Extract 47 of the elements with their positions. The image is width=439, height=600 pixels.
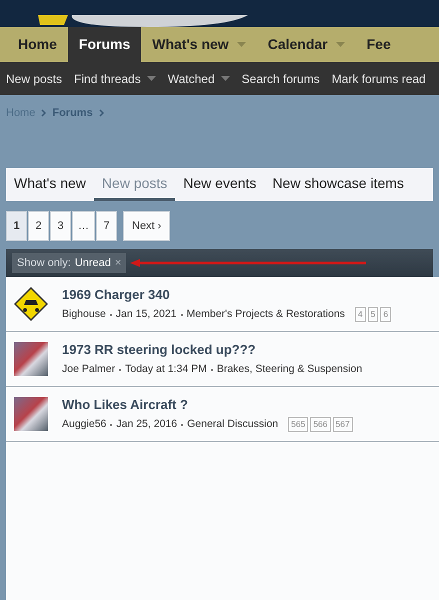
thread-date: Jan 25, 2016 xyxy=(116,416,178,432)
thread-forum[interactable]: Member's Projects & Restorations xyxy=(186,306,345,323)
sub-nav-link[interactable]: Find threads xyxy=(74,70,156,88)
nav-tab[interactable]: What's new xyxy=(141,27,257,62)
nav-tab[interactable]: Calendar xyxy=(256,27,356,62)
sub-nav-link[interactable]: New posts xyxy=(6,70,62,88)
tab[interactable]: New showcase items xyxy=(264,168,412,201)
thread-author[interactable]: Auggie56 xyxy=(62,416,106,433)
page-button[interactable]: 7 xyxy=(96,211,117,241)
caret-icon xyxy=(146,76,156,81)
filter-value: Unread xyxy=(74,256,111,271)
page-button[interactable]: 2 xyxy=(28,211,49,241)
tab[interactable]: New events xyxy=(175,168,264,201)
page-link[interactable]: 565 xyxy=(288,417,308,432)
thread-forum[interactable]: Brakes, Steering & Suspension xyxy=(216,362,362,378)
caret-icon xyxy=(220,76,230,81)
caret-icon xyxy=(336,42,345,47)
sub-nav-link[interactable]: Mark forums read xyxy=(332,70,426,88)
chevron-icon xyxy=(41,109,46,117)
thread-title[interactable]: Who Likes Aircraft ? xyxy=(62,395,353,415)
caret-icon xyxy=(236,42,246,47)
page-button[interactable]: … xyxy=(72,211,95,241)
thread-title[interactable]: 1969 Charger 340 xyxy=(62,285,392,305)
next-button[interactable]: Next › xyxy=(123,211,170,241)
thread-author[interactable]: Bighouse xyxy=(62,306,106,323)
sub-nav-link[interactable]: Search forums xyxy=(242,70,320,88)
thread-forum[interactable]: General Discussion xyxy=(187,416,278,433)
thread-date: Today at 1:34 PM xyxy=(125,362,207,377)
page-button[interactable]: 1 xyxy=(6,211,27,241)
filter-chip[interactable]: Show only: Unread × xyxy=(12,253,126,273)
page-link[interactable]: 567 xyxy=(332,417,353,432)
photo-placeholder xyxy=(14,342,48,376)
sub-nav-link[interactable]: Watched xyxy=(168,70,230,88)
nav-tab[interactable]: Forums xyxy=(68,27,142,62)
nav-tab[interactable]: Fee xyxy=(356,27,402,62)
page-button[interactable]: 3 xyxy=(50,211,71,241)
page-link[interactable]: 566 xyxy=(310,417,331,432)
tab[interactable]: What's new xyxy=(6,168,94,201)
chevron-icon xyxy=(98,109,104,117)
filter-label: Show only: xyxy=(17,256,71,271)
warning-sign-icon xyxy=(14,287,48,321)
photo-placeholder xyxy=(14,397,48,431)
thread-author[interactable]: Joe Palmer xyxy=(62,362,116,378)
page-link[interactable]: 5 xyxy=(368,307,378,322)
thread-title[interactable]: 1973 RR steering locked up??? xyxy=(62,340,372,360)
nav-tab[interactable]: Home xyxy=(7,27,68,62)
thread-date: Jan 15, 2021 xyxy=(116,306,177,322)
